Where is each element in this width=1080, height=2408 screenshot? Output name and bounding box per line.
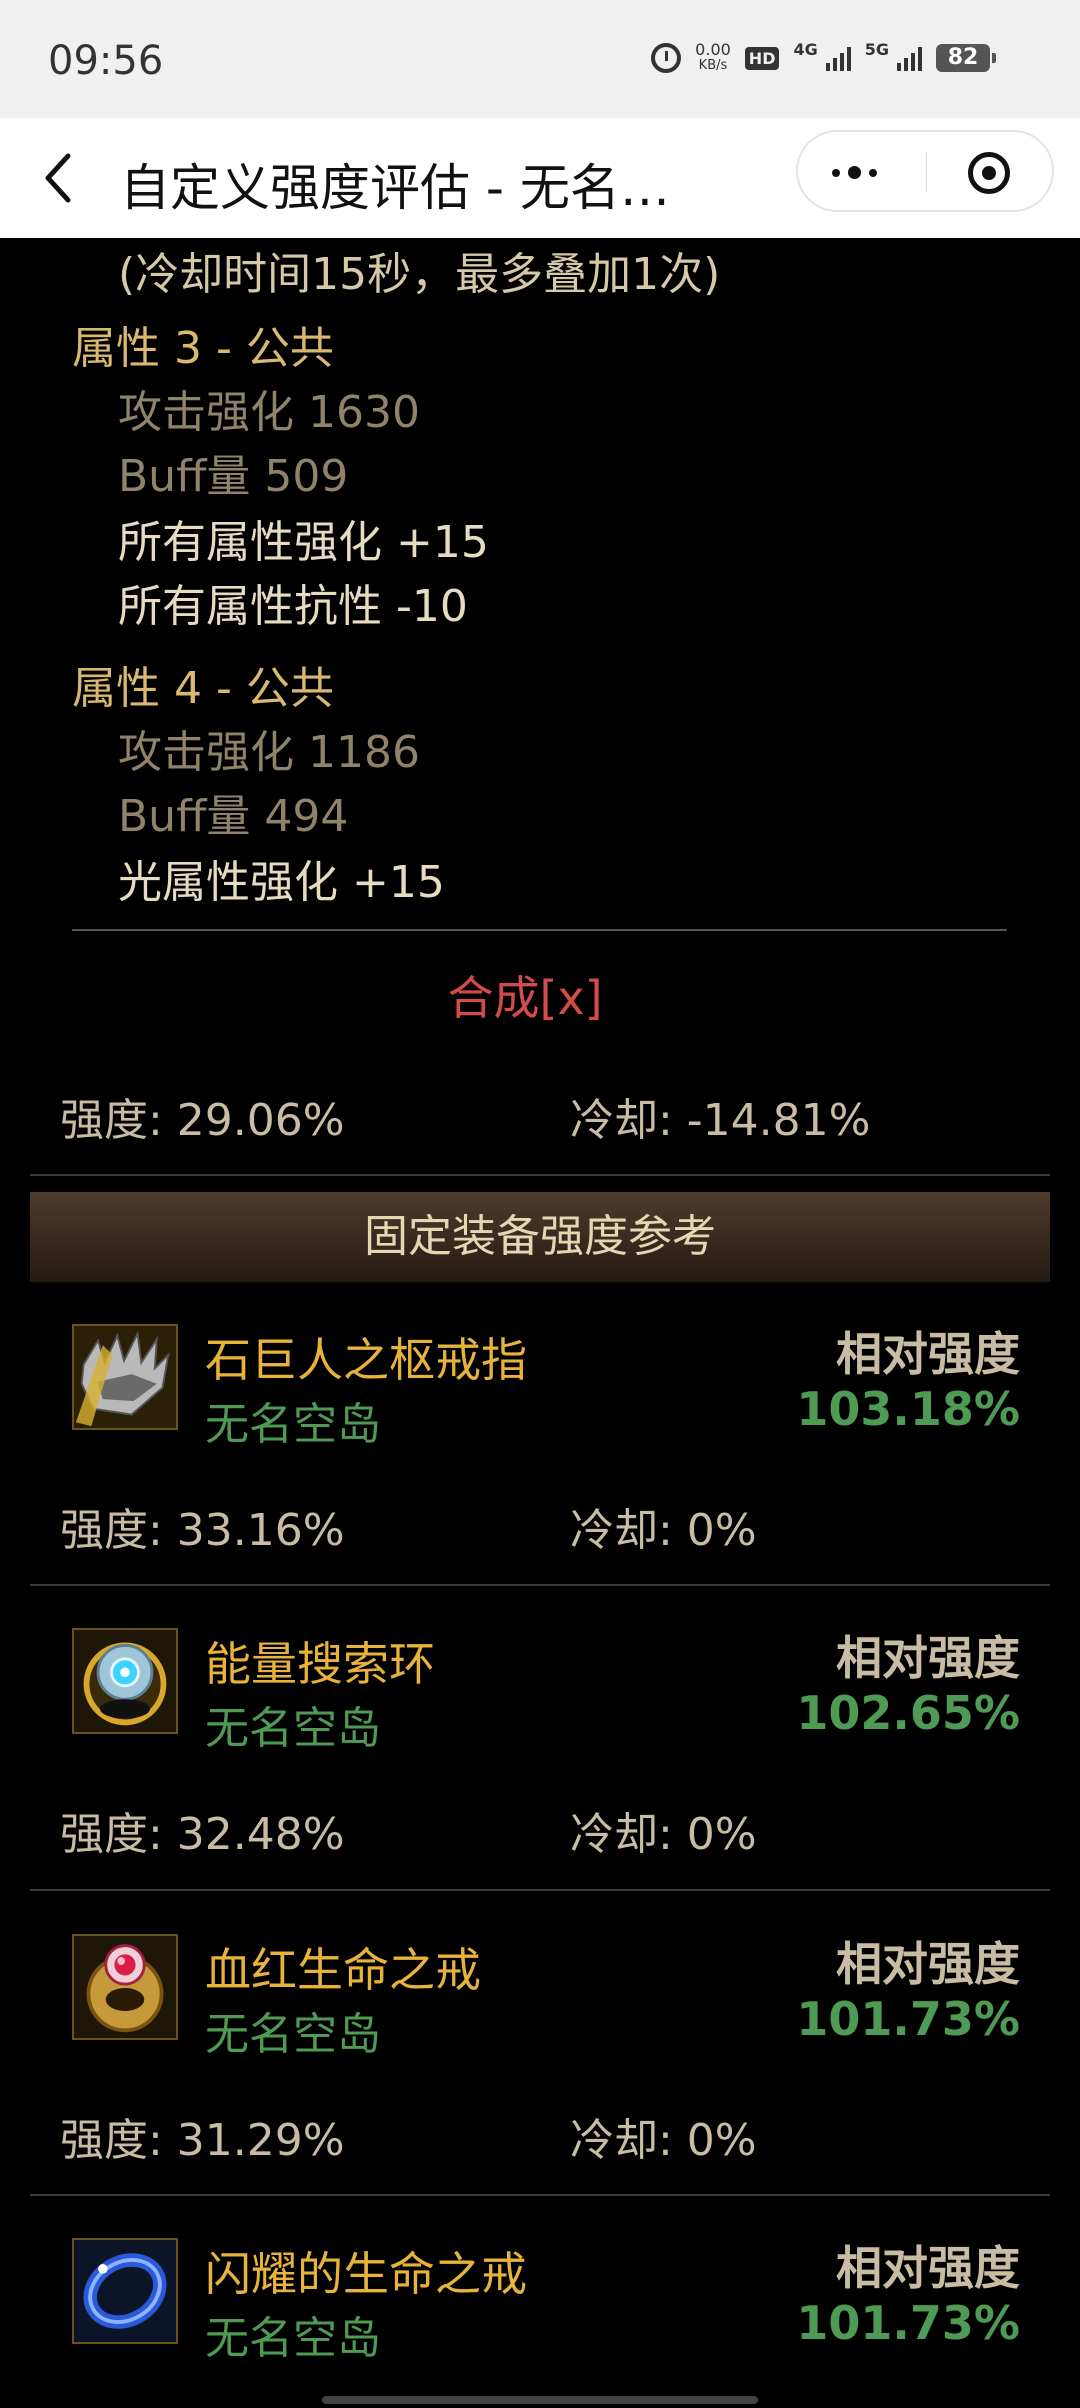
relative-strength-label: 相对强度 xyxy=(836,2241,1020,2295)
network-speed: 0.00 KB/s xyxy=(695,40,731,74)
relative-strength-label: 相对强度 xyxy=(836,1631,1020,1685)
relative-strength-value: 101.73% xyxy=(796,2296,1020,2350)
section-header: 固定装备强度参考 xyxy=(30,1192,1050,1282)
item-name[interactable]: 石巨人之枢戒指 xyxy=(205,1324,527,1390)
attribute-group-title: 属性 3 - 公共 xyxy=(72,323,334,374)
battery-icon: 82 xyxy=(936,44,996,72)
status-icons: 0.00 KB/s HD 4G 5G 82 xyxy=(651,39,996,74)
attribute-line: Buff量 509 xyxy=(118,451,349,502)
attribute-line: 攻击强化 1186 xyxy=(118,727,420,778)
row-divider xyxy=(30,1584,1050,1586)
more-menu-icon[interactable] xyxy=(832,166,877,179)
item-source: 无名空岛 xyxy=(205,2313,381,2364)
relative-strength-value: 103.18% xyxy=(796,1382,1020,1436)
page-title: 自定义强度评估 - 无名… xyxy=(120,159,670,217)
relative-strength-label: 相对强度 xyxy=(836,1327,1020,1381)
back-arrow-icon[interactable] xyxy=(40,152,80,204)
nav-bar: 自定义强度评估 - 无名… xyxy=(0,118,1080,238)
item-cooldown: 冷却: 0% xyxy=(570,1505,757,1556)
status-bar: 09:56 0.00 KB/s HD 4G 5G 82 xyxy=(0,0,1080,118)
item-name[interactable]: 血红生命之戒 xyxy=(205,1934,481,2000)
shining-ring-icon xyxy=(72,2238,178,2344)
signal-2-icon xyxy=(897,45,922,71)
summary-strength: 强度: 29.06% xyxy=(60,1095,345,1146)
spiked-ring-icon xyxy=(72,1324,178,1430)
item-source: 无名空岛 xyxy=(205,1399,381,1450)
attribute-group-title: 属性 4 - 公共 xyxy=(72,663,334,714)
synth-link[interactable]: 合成[x] xyxy=(0,962,1050,1028)
alarm-icon xyxy=(651,43,682,73)
relative-strength-value: 101.73% xyxy=(796,1992,1020,2046)
miniapp-capsule xyxy=(796,130,1054,212)
crimson-ring-icon xyxy=(72,1934,178,2040)
row-divider xyxy=(30,1889,1050,1891)
summary-cooldown: 冷却: -14.81% xyxy=(570,1095,871,1146)
cooldown-note: (冷却时间15秒，最多叠加1次) xyxy=(118,249,721,300)
attribute-line: 所有属性强化 +15 xyxy=(118,517,489,568)
attribute-line: 攻击强化 1630 xyxy=(118,387,420,438)
item-source: 无名空岛 xyxy=(205,1703,381,1754)
row-divider xyxy=(30,2194,1050,2196)
hd-icon: HD xyxy=(744,46,780,70)
home-indicator[interactable] xyxy=(322,2396,758,2404)
item-strength: 强度: 33.16% xyxy=(60,1505,345,1556)
item-name[interactable]: 能量搜索环 xyxy=(205,1628,435,1694)
row-divider xyxy=(30,1174,1050,1176)
item-cooldown: 冷却: 0% xyxy=(570,1809,757,1860)
capsule-divider xyxy=(926,152,927,192)
status-time: 09:56 xyxy=(48,38,164,84)
item-cooldown: 冷却: 0% xyxy=(570,2115,757,2166)
signal-1-icon xyxy=(825,45,851,71)
attribute-line: 光属性强化 +15 xyxy=(118,857,445,908)
section-divider xyxy=(72,929,1007,931)
energy-ring-icon xyxy=(72,1628,178,1734)
close-miniapp-icon[interactable] xyxy=(968,152,1010,194)
item-strength: 强度: 31.29% xyxy=(60,2115,345,2166)
relative-strength-value: 102.65% xyxy=(796,1686,1020,1740)
relative-strength-label: 相对强度 xyxy=(836,1937,1020,1991)
attribute-line: 所有属性抗性 -10 xyxy=(118,581,468,632)
attribute-line: Buff量 494 xyxy=(118,791,349,842)
item-source: 无名空岛 xyxy=(205,2009,381,2060)
sim1-label: 4G xyxy=(793,39,818,59)
item-strength: 强度: 32.48% xyxy=(60,1809,345,1860)
sim2-label: 5G xyxy=(864,39,889,59)
item-name[interactable]: 闪耀的生命之戒 xyxy=(205,2238,527,2304)
